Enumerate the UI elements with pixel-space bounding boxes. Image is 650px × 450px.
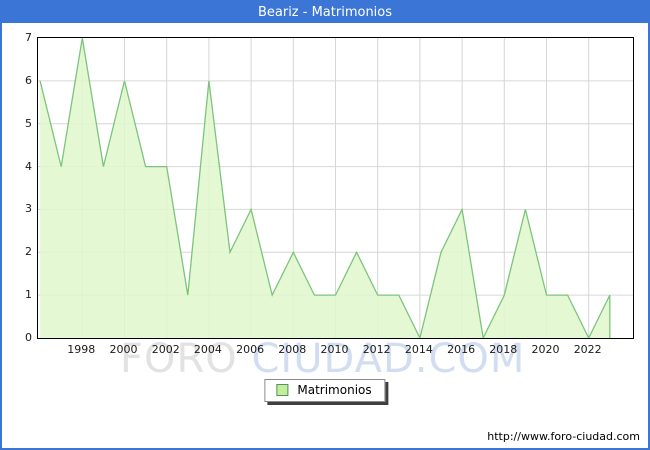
plot-area xyxy=(37,37,634,339)
footer-url: http://www.foro-ciudad.com xyxy=(487,430,640,443)
x-tick-label: 2016 xyxy=(439,343,483,356)
chart-window: Beariz - Matrimonios 01234567 1998200020… xyxy=(0,0,650,450)
x-tick-label: 2012 xyxy=(355,343,399,356)
x-tick-label: 2014 xyxy=(397,343,441,356)
y-tick-label: 6 xyxy=(8,74,32,87)
x-tick-label: 2020 xyxy=(523,343,567,356)
y-tick-label: 7 xyxy=(8,31,32,44)
legend-label: Matrimonios xyxy=(297,383,371,397)
x-tick-label: 2018 xyxy=(481,343,525,356)
x-tick-label: 2000 xyxy=(102,343,146,356)
y-tick-label: 0 xyxy=(8,331,32,344)
y-tick-label: 5 xyxy=(8,117,32,130)
x-tick-label: 2008 xyxy=(270,343,314,356)
y-tick-label: 1 xyxy=(8,288,32,301)
y-tick-label: 2 xyxy=(8,245,32,258)
legend-box: Matrimonios xyxy=(264,379,385,402)
x-tick-label: 1998 xyxy=(59,343,103,356)
area-chart-canvas xyxy=(38,38,633,338)
legend-swatch-icon xyxy=(276,384,288,396)
x-tick-label: 2010 xyxy=(313,343,357,356)
x-tick-label: 2002 xyxy=(144,343,188,356)
chart-title: Beariz - Matrimonios xyxy=(2,2,648,23)
y-tick-label: 3 xyxy=(8,202,32,215)
y-tick-label: 4 xyxy=(8,160,32,173)
x-tick-label: 2004 xyxy=(186,343,230,356)
x-tick-label: 2022 xyxy=(566,343,610,356)
x-tick-label: 2006 xyxy=(228,343,272,356)
